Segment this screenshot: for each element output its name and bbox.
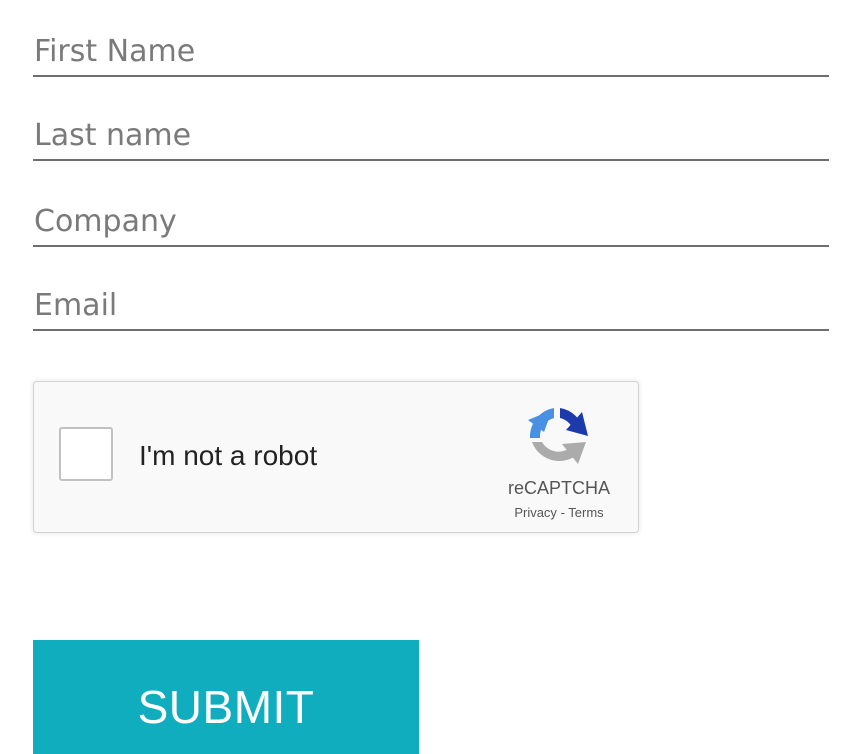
submit-button[interactable]: SUBMIT [33,640,419,754]
last-name-field [33,101,830,161]
company-field [33,187,830,247]
company-input[interactable] [33,204,830,239]
links-separator: - [560,505,565,520]
email-input[interactable] [33,288,830,323]
first-name-field [33,17,830,77]
recaptcha-brand: reCAPTCHA [507,478,610,498]
recaptcha-label: I'm not a robot [139,440,318,471]
first-name-input[interactable] [33,34,830,69]
signup-form: I'm not a robot reCAPTCHA Privacy - Term… [0,0,862,754]
email-field [33,271,830,331]
recaptcha-logo-icon [528,408,588,464]
recaptcha-links: Privacy - Terms [489,505,629,520]
last-name-input[interactable] [33,118,830,153]
privacy-link[interactable]: Privacy [514,505,557,520]
submit-button-label: SUBMIT [137,681,315,733]
recaptcha-widget: I'm not a robot reCAPTCHA Privacy - Term… [33,381,639,533]
terms-link[interactable]: Terms [568,505,603,520]
recaptcha-checkbox[interactable] [59,427,113,481]
